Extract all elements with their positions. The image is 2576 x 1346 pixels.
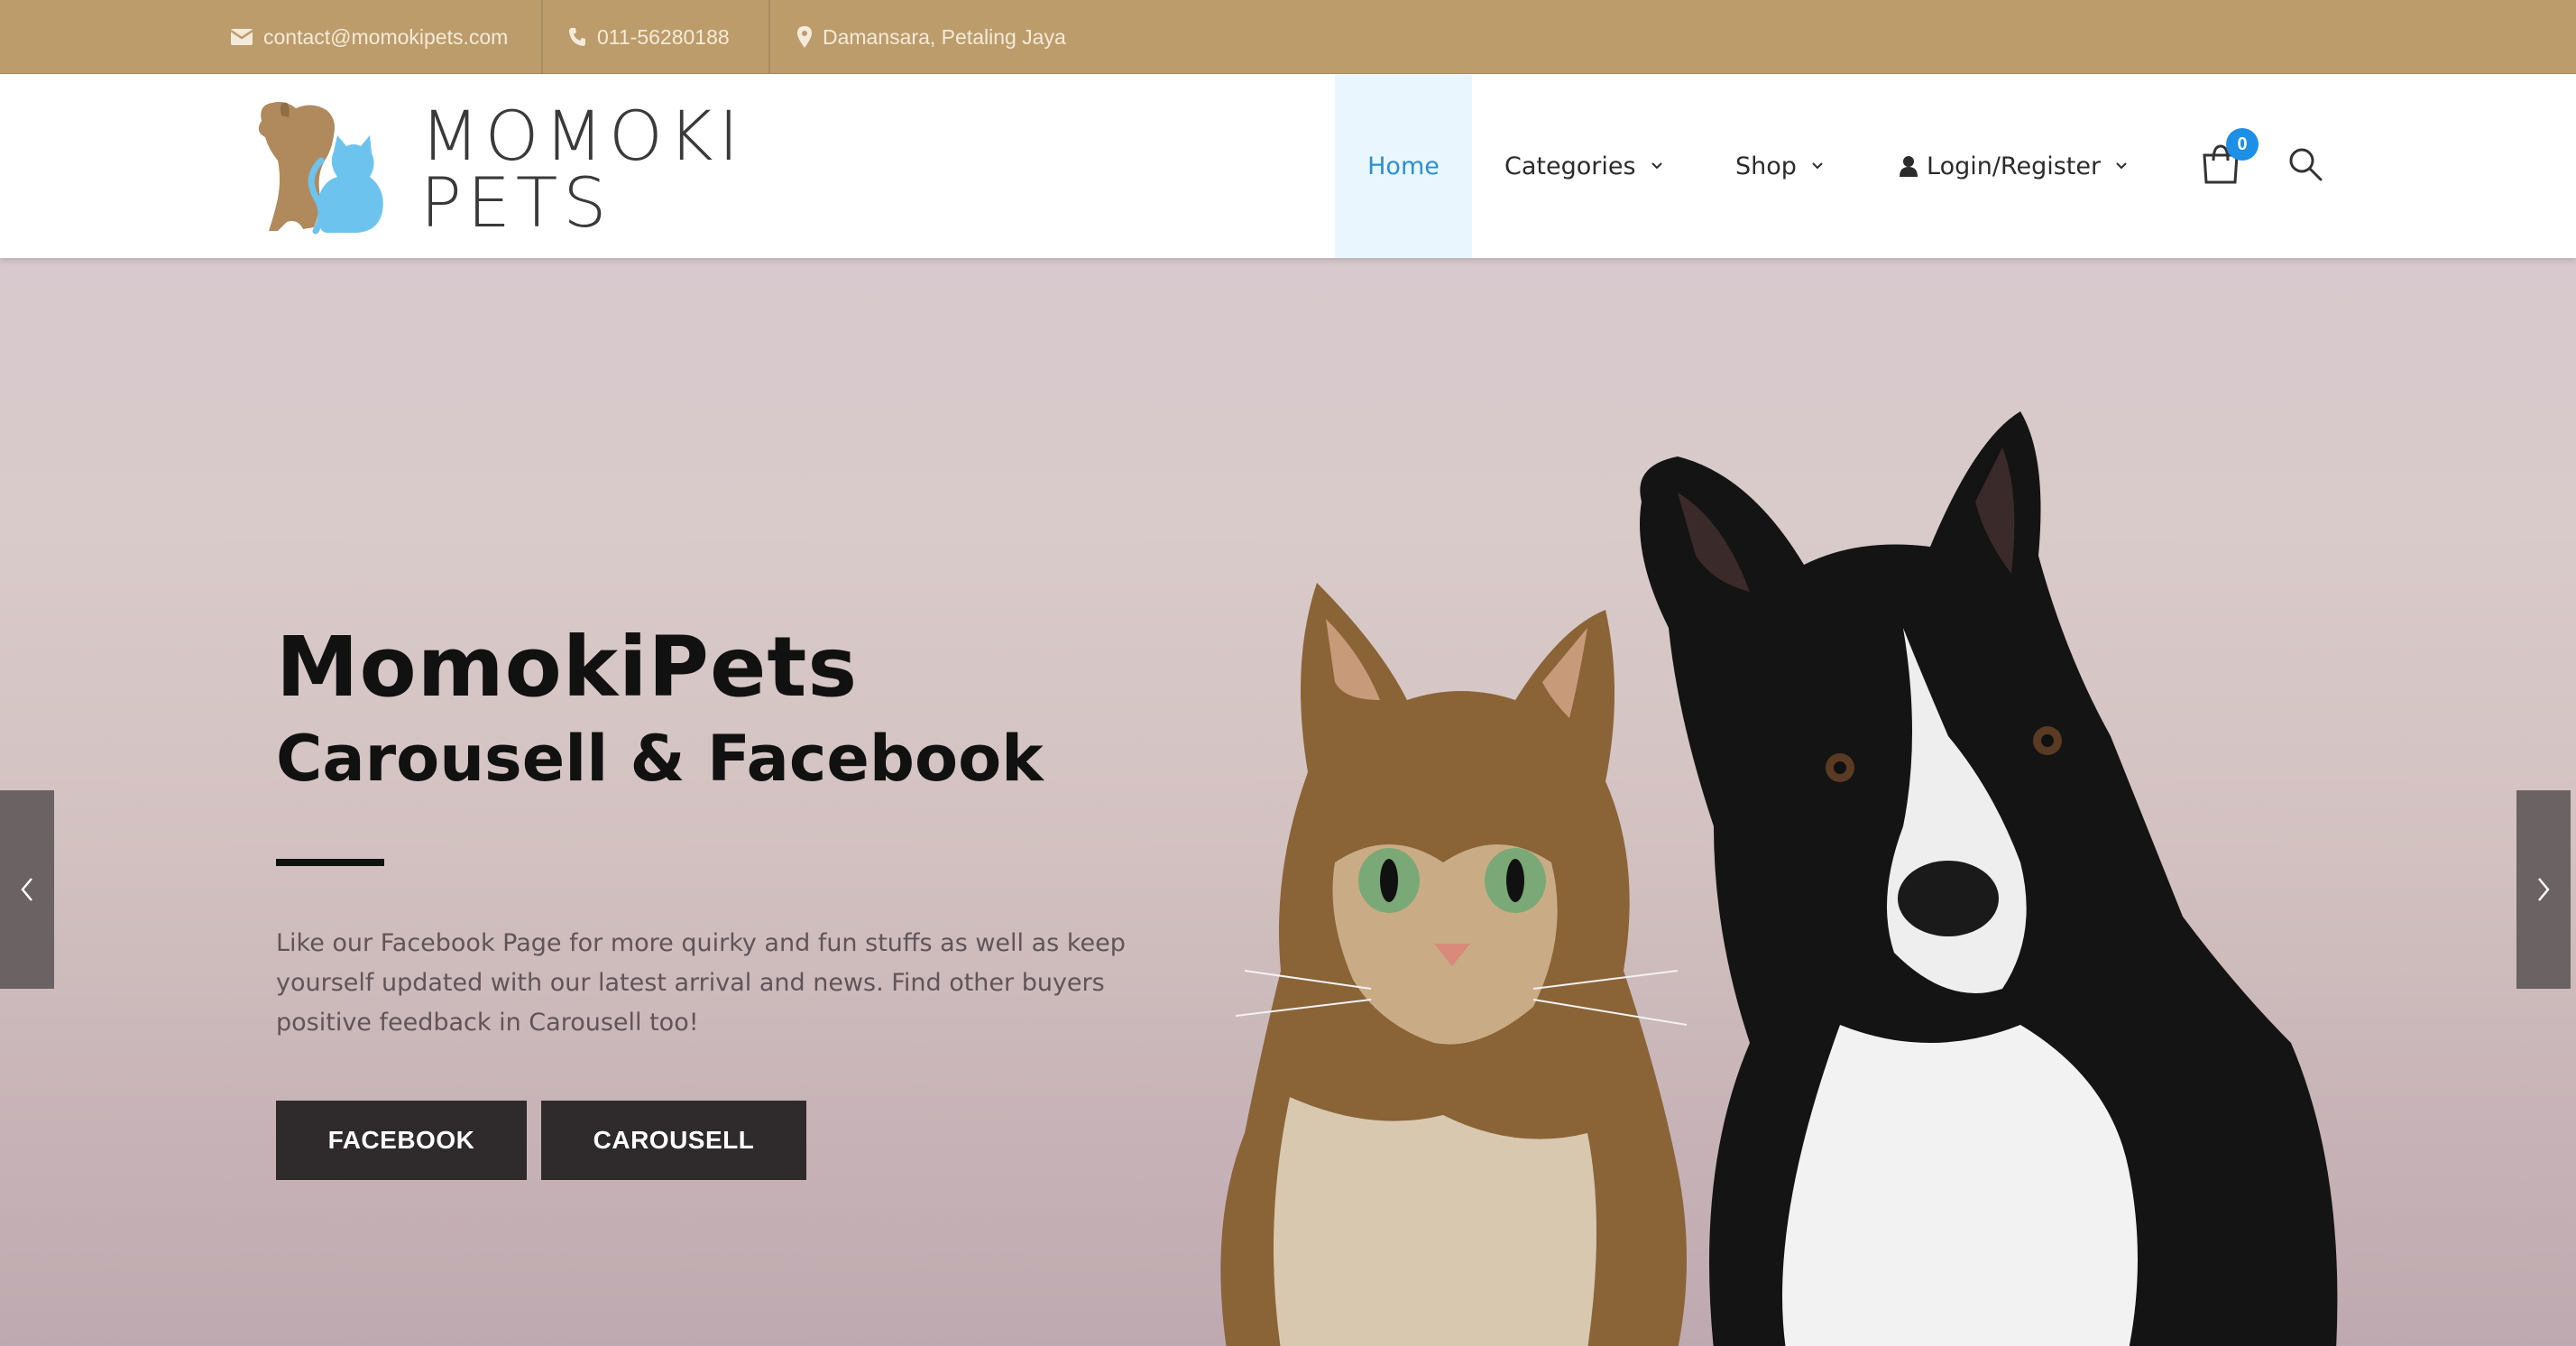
nav-categories[interactable]: Categories (1504, 74, 1663, 258)
nav-home-label: Home (1367, 152, 1440, 180)
contact-email[interactable]: contact@momokipets.com (231, 0, 508, 74)
hero-description: Like our Facebook Page for more quirky a… (276, 929, 1126, 1037)
chevron-down-icon (1812, 162, 1823, 170)
carousell-button[interactable]: CAROUSELL (541, 1101, 806, 1180)
slider-prev-button[interactable] (0, 790, 54, 989)
phone-icon (569, 28, 585, 46)
nav-login-label: Login/Register (1927, 152, 2102, 180)
user-icon (1900, 156, 1918, 177)
chevron-down-icon (2116, 162, 2127, 170)
nav-home[interactable]: Home (1335, 74, 1472, 258)
pet-logo-icon[interactable] (251, 96, 395, 236)
hero-subtitle: Carousell & Facebook (276, 722, 1044, 796)
nav-shop-label: Shop (1735, 152, 1797, 180)
location-text: Damansara, Petaling Jaya (823, 24, 1066, 49)
cart-count-badge: 0 (2226, 128, 2259, 161)
brand-line1: MOMOKI (420, 96, 745, 176)
chevron-down-icon (1651, 162, 1662, 170)
search-icon[interactable] (2287, 146, 2323, 182)
phone-text: 011-56280188 (597, 24, 730, 49)
hero-divider (276, 859, 384, 866)
slider-next-button[interactable] (2516, 790, 2571, 989)
site-header: MOMOKI PETS Home Categories Shop Login/R… (0, 74, 2576, 258)
contact-bar: contact@momokipets.com 011-56280188 Dama… (0, 0, 2576, 74)
contact-location: Damansara, Petaling Jaya (797, 0, 1066, 74)
nav-shop[interactable]: Shop (1735, 74, 1824, 258)
envelope-icon (231, 29, 253, 45)
facebook-button[interactable]: FACEBOOK (276, 1101, 527, 1180)
brand-line2: PETS (420, 162, 612, 243)
divider (768, 0, 770, 74)
chevron-right-icon (2538, 878, 2550, 901)
contact-phone[interactable]: 011-56280188 (568, 0, 730, 74)
hero-slider: MomokiPets Carousell & Facebook Like our… (0, 258, 2576, 1346)
chevron-left-icon (21, 878, 32, 901)
cat-and-dog-photo (1220, 411, 2338, 1346)
brand-wordmark[interactable]: MOMOKI PETS (420, 96, 745, 243)
map-pin-icon (797, 26, 812, 48)
email-text: contact@momokipets.com (263, 24, 509, 49)
hero-title: MomokiPets (276, 619, 859, 715)
nav-login-register[interactable]: Login/Register (1900, 74, 2128, 258)
divider (541, 0, 543, 74)
nav-categories-label: Categories (1504, 152, 1636, 180)
